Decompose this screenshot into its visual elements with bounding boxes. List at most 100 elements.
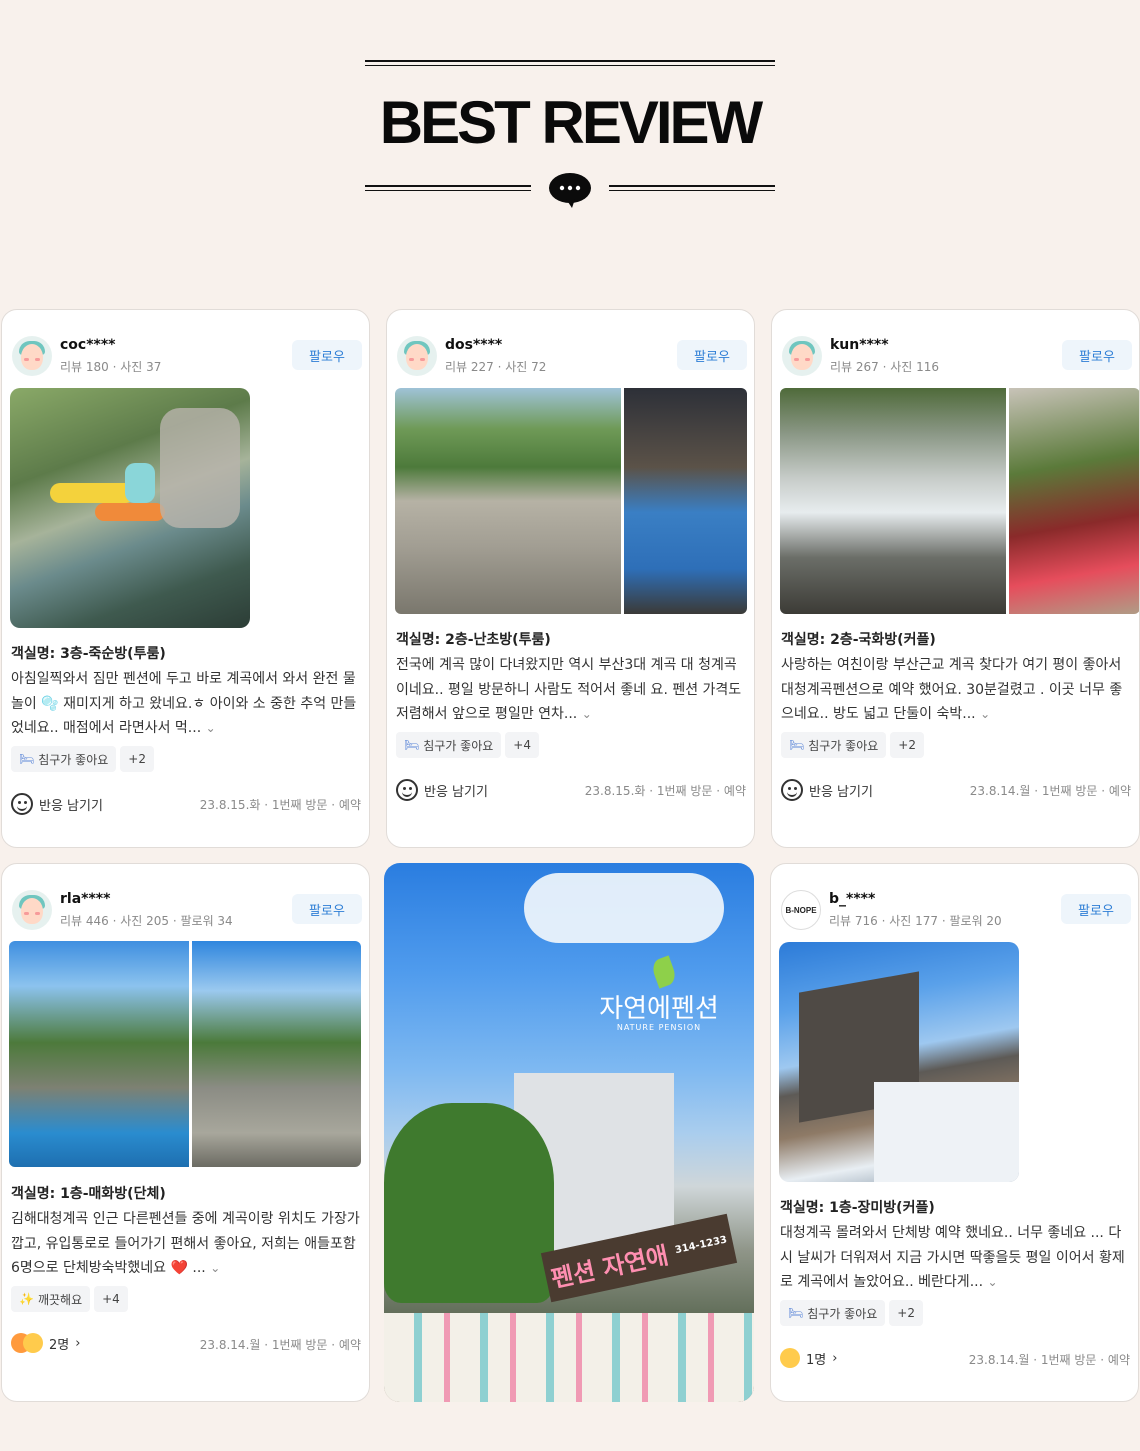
tag-more-chip[interactable]: +2	[120, 746, 154, 772]
review-tags: 🛏 침구가 좋아요 +2	[780, 1300, 923, 1326]
user-stats: 리뷰 227 · 사진 72	[445, 360, 547, 374]
review-tags: ✨ 깨끗해요 +4	[11, 1286, 128, 1312]
review-card[interactable]: kun**** 리뷰 267 · 사진 116 팔로우 객실명: 2층-국화방(…	[771, 309, 1140, 848]
review-photo[interactable]	[10, 388, 250, 628]
user-stats: 리뷰 180 · 사진 37	[60, 360, 162, 374]
tag-more-chip[interactable]: +4	[94, 1286, 128, 1312]
tent	[874, 1082, 1019, 1182]
tag-chip[interactable]: 🛏 침구가 좋아요	[781, 732, 887, 758]
review-photos[interactable]	[395, 388, 747, 614]
avatar[interactable]: B-NOPE	[781, 890, 821, 930]
review-photo[interactable]	[395, 388, 621, 614]
tag-chip[interactable]: 🛏 침구가 좋아요	[780, 1300, 886, 1326]
reaction-button[interactable]: 반응 남기기	[11, 793, 103, 815]
follow-button[interactable]: 팔로우	[292, 894, 362, 924]
float-tube	[50, 483, 135, 503]
username[interactable]: b_****	[829, 891, 875, 907]
reaction-button[interactable]: 반응 남기기	[396, 779, 488, 801]
chat-bubble-icon	[549, 173, 591, 208]
tag-more-chip[interactable]: +4	[505, 732, 539, 758]
tag-chip[interactable]: 🛏 침구가 좋아요	[11, 746, 117, 772]
reaction-emoji-icon	[11, 1333, 43, 1353]
tag-more-chip[interactable]: +2	[890, 732, 924, 758]
visit-meta: 23.8.14.월 · 1번째 방문 · 예약	[969, 784, 1131, 798]
smile-icon	[11, 793, 33, 815]
page-title: BEST REVIEW	[379, 89, 763, 156]
username[interactable]: coc****	[60, 337, 116, 353]
avatar[interactable]	[782, 336, 822, 376]
chevron-down-icon[interactable]: ⌄	[988, 1275, 998, 1289]
review-photo[interactable]	[780, 388, 1006, 614]
review-photos[interactable]	[780, 388, 1139, 614]
tree	[384, 1103, 554, 1303]
promo-brand-title: 자연에펜션	[599, 994, 719, 1024]
tag-more-chip[interactable]: +2	[889, 1300, 923, 1326]
avatar[interactable]	[12, 890, 52, 930]
reaction-count[interactable]: 2명 ›	[11, 1333, 80, 1353]
room-name: 객실명: 1층-장미방(커플)	[780, 1200, 935, 1216]
username[interactable]: dos****	[445, 337, 502, 353]
tag-chip[interactable]: 🛏 침구가 좋아요	[396, 732, 502, 758]
tag-chip[interactable]: ✨ 깨끗해요	[11, 1286, 91, 1312]
follow-button[interactable]: 팔로우	[1062, 340, 1132, 370]
user-stats: 리뷰 267 · 사진 116	[830, 360, 940, 374]
follow-button[interactable]: 팔로우	[1061, 894, 1131, 924]
review-tags: 🛏 침구가 좋아요 +2	[781, 732, 924, 758]
visit-meta: 23.8.14.월 · 1번째 방문 · 예약	[199, 1338, 361, 1352]
review-photo[interactable]	[192, 941, 361, 1167]
header-rule-right	[609, 185, 775, 191]
room-name: 객실명: 2층-국화방(커플)	[781, 632, 936, 648]
cloud	[524, 873, 724, 943]
smile-icon	[781, 779, 803, 801]
tiled-wall	[384, 1313, 754, 1402]
bed-icon: 🛏	[19, 752, 35, 766]
room-name: 객실명: 2층-난초방(투룸)	[396, 632, 551, 648]
review-text[interactable]: 대청계곡 몰려와서 단체방 예약 했네요.. 너무 좋네요 ... 다시 날씨가…	[780, 1221, 1130, 1295]
bed-icon: 🛏	[788, 1306, 804, 1320]
chevron-down-icon[interactable]: ⌄	[210, 1261, 220, 1275]
username[interactable]: rla****	[60, 891, 110, 907]
review-photos[interactable]	[9, 941, 361, 1167]
leaf-icon	[649, 955, 679, 989]
avatar[interactable]	[397, 336, 437, 376]
user-stats: 리뷰 716 · 사진 177 · 팔로워 20	[829, 914, 1002, 928]
avatar[interactable]	[12, 336, 52, 376]
chevron-down-icon[interactable]: ⌄	[980, 707, 990, 721]
review-text[interactable]: 사랑하는 여친이랑 부산근교 계곡 찾다가 여기 평이 좋아서 대청계곡펜션으로…	[781, 653, 1131, 727]
visit-meta: 23.8.14.월 · 1번째 방문 · 예약	[968, 1353, 1130, 1367]
review-card[interactable]: rla**** 리뷰 446 · 사진 205 · 팔로워 34 팔로우 객실명…	[1, 863, 370, 1402]
review-text[interactable]: 전국에 계곡 많이 다녀왔지만 역시 부산3대 계곡 대 청계곡이네요.. 평일…	[396, 653, 746, 727]
username[interactable]: kun****	[830, 337, 889, 353]
review-card[interactable]: dos**** 리뷰 227 · 사진 72 팔로우 객실명: 2층-난초방(투…	[386, 309, 755, 848]
review-photo[interactable]	[779, 942, 1019, 1182]
promo-brand-subtitle: NATURE PENSION	[616, 1023, 702, 1032]
review-tags: 🛏 침구가 좋아요 +4	[396, 732, 539, 758]
bed-icon: 🛏	[404, 738, 420, 752]
follow-button[interactable]: 팔로우	[292, 340, 362, 370]
review-text[interactable]: 아침일찍와서 짐만 펜션에 두고 바로 계곡에서 와서 완전 물놀이 🫧 재미지…	[11, 667, 361, 741]
bed-icon: 🛏	[789, 738, 805, 752]
reaction-button[interactable]: 반응 남기기	[781, 779, 873, 801]
room-name: 객실명: 3층-죽순방(투룸)	[11, 646, 166, 662]
review-photo[interactable]	[624, 388, 747, 614]
reaction-count[interactable]: 1명 ›	[780, 1348, 837, 1368]
visit-meta: 23.8.15.화 · 1번째 방문 · 예약	[199, 798, 361, 812]
visit-meta: 23.8.15.화 · 1번째 방문 · 예약	[584, 784, 746, 798]
review-photo[interactable]	[1009, 388, 1139, 614]
review-text[interactable]: 김해대청계곡 인근 다른펜션들 중에 계곡이랑 위치도 가장가깝고, 유입통로로…	[11, 1207, 361, 1281]
review-card[interactable]: B-NOPE b_**** 리뷰 716 · 사진 177 · 팔로워 20 팔…	[770, 863, 1139, 1402]
review-card[interactable]: coc**** 리뷰 180 · 사진 37 팔로우 객실명: 3층-죽순방(투…	[1, 309, 370, 848]
chevron-right-icon: ›	[832, 1350, 838, 1366]
promo-photo-card[interactable]: 자연에펜션 NATURE PENSION 펜션 자연애 314-1233	[384, 863, 754, 1402]
best-review-header: BEST REVIEW	[0, 0, 1140, 260]
chevron-down-icon[interactable]: ⌄	[206, 721, 216, 735]
float-tube	[95, 503, 165, 521]
heart-eyes-emoji-icon	[780, 1348, 800, 1368]
review-photo[interactable]	[9, 941, 189, 1167]
chevron-down-icon[interactable]: ⌄	[582, 707, 592, 721]
smile-icon	[396, 779, 418, 801]
follow-button[interactable]: 팔로우	[677, 340, 747, 370]
review-tags: 🛏 침구가 좋아요 +2	[11, 746, 154, 772]
chevron-right-icon: ›	[75, 1335, 81, 1351]
rock	[160, 408, 240, 528]
